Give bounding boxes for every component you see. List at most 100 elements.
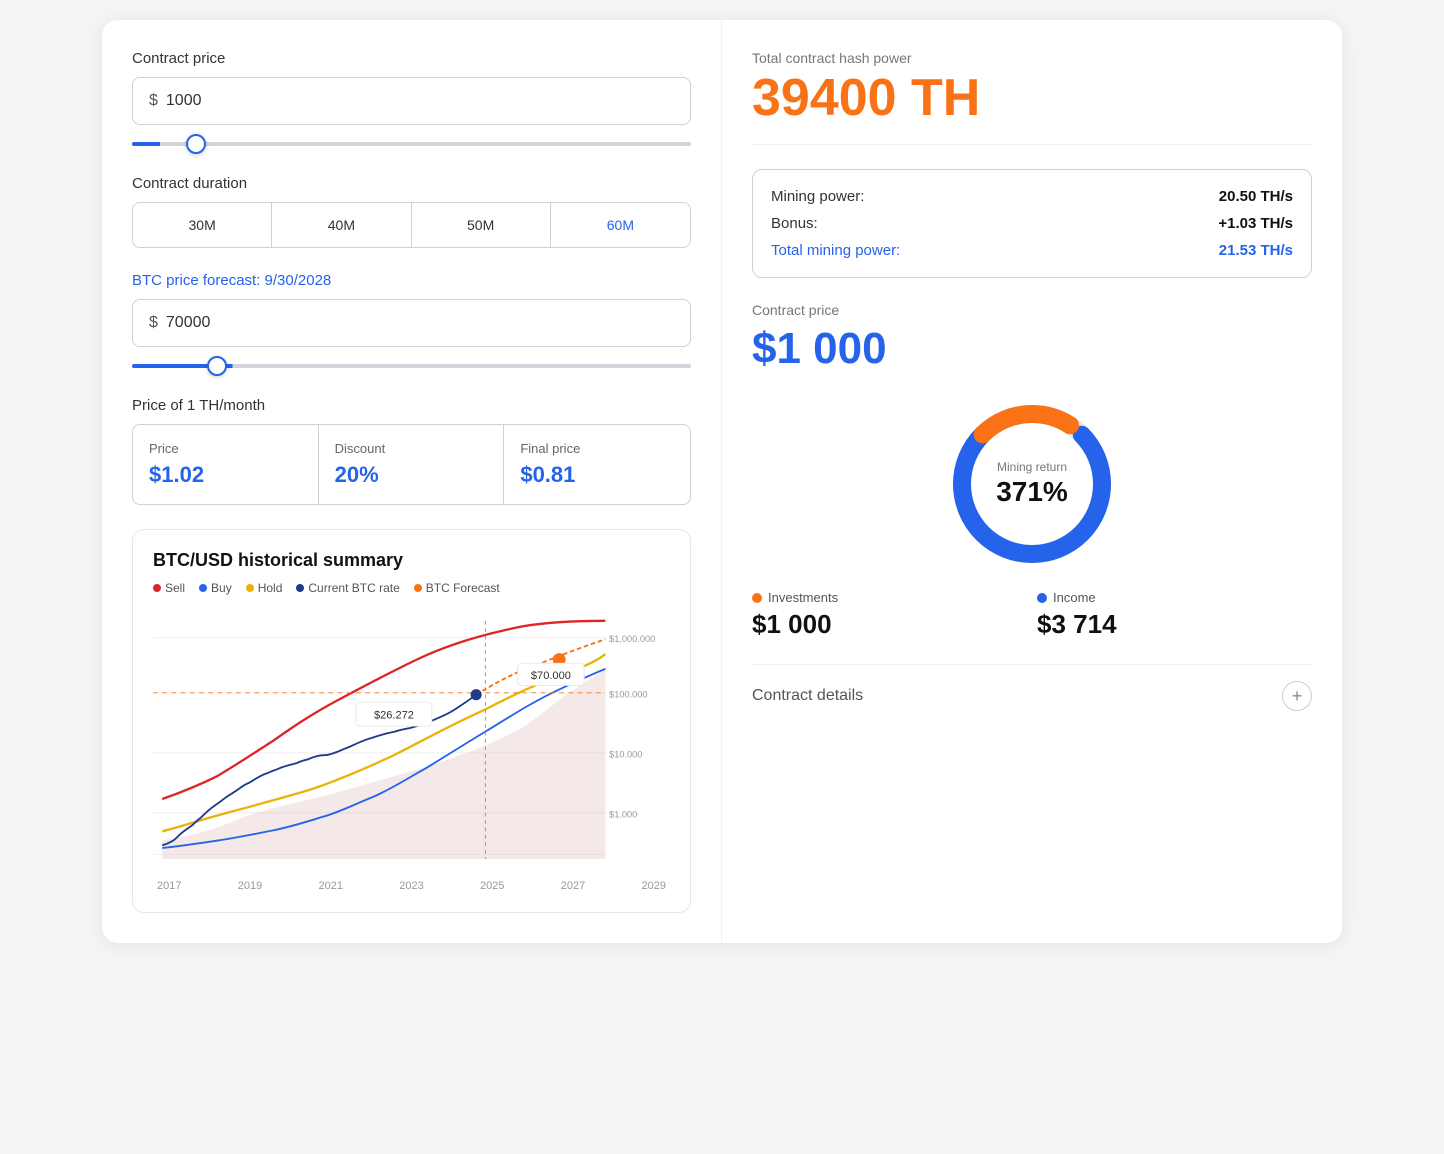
th-price-cell-discount-label: Discount — [335, 441, 488, 456]
x-label-2021: 2021 — [319, 880, 343, 892]
y-label-1k: $1.000 — [609, 809, 637, 819]
legend-btc-forecast-dot — [414, 584, 422, 592]
x-label-2027: 2027 — [561, 880, 585, 892]
price-label-2-text: $70.000 — [531, 670, 571, 682]
th-price-cell-discount: Discount 20% — [319, 425, 505, 504]
th-price-cell-price-value: $1.02 — [149, 462, 302, 488]
legend-hold-dot — [246, 584, 254, 592]
y-label-100k: $100.000 — [609, 689, 647, 699]
right-panel: Total contract hash power 39400 TH Minin… — [722, 20, 1342, 943]
contract-details-expand-button[interactable]: + — [1282, 681, 1312, 711]
duration-btn-50m[interactable]: 50M — [412, 203, 551, 247]
chart-wrapper: $26.272 $70.000 $1,000.000 $100.000 $10.… — [153, 609, 670, 874]
right-contract-price-section: Contract price $1 000 Mining return — [752, 302, 1312, 640]
x-label-2025: 2025 — [480, 880, 504, 892]
chart-x-labels: 2017 2019 2021 2023 2025 2027 2029 — [153, 880, 670, 892]
donut-center: Mining return 371% — [996, 460, 1068, 508]
income-dot — [1037, 593, 1047, 603]
legend-btc-forecast-label: BTC Forecast — [426, 581, 500, 595]
price-label-1-text: $26.272 — [374, 710, 414, 722]
legend-sell-dot — [153, 584, 161, 592]
right-contract-price-label: Contract price — [752, 302, 1312, 318]
right-contract-price-value: $1 000 — [752, 324, 1312, 374]
left-panel: Contract price $ 1000 Contract duration … — [102, 20, 722, 943]
contract-price-value: 1000 — [166, 92, 202, 110]
bonus-row: Bonus: +1.03 TH/s — [771, 215, 1293, 232]
legend-sell-label: Sell — [165, 581, 185, 595]
income-label: Income — [1053, 590, 1096, 605]
duration-btn-40m[interactable]: 40M — [272, 203, 411, 247]
income-cell: Income $3 714 — [1037, 590, 1312, 640]
chart-svg: $26.272 $70.000 $1,000.000 $100.000 $10.… — [153, 609, 670, 869]
th-price-cell-final-label: Final price — [520, 441, 674, 456]
invest-income-grid: Investments $1 000 Income $3 714 — [752, 590, 1312, 640]
hash-power-label: Total contract hash power — [752, 50, 1312, 66]
btc-currency: $ — [149, 314, 158, 332]
btc-forecast-date: 9/30/2028 — [265, 272, 332, 289]
mining-power-label: Mining power: — [771, 188, 864, 205]
investments-label-row: Investments — [752, 590, 1027, 605]
chart-title: BTC/USD historical summary — [153, 550, 670, 571]
btc-area-fill — [162, 670, 605, 859]
total-mining-power-label: Total mining power: — [771, 242, 900, 259]
th-price-cell-final: Final price $0.81 — [504, 425, 690, 504]
legend-btc-rate-label: Current BTC rate — [308, 581, 399, 595]
btc-forecast-label: BTC price forecast: 9/30/2028 — [132, 272, 691, 289]
th-price-cell-price-label: Price — [149, 441, 302, 456]
x-label-2017: 2017 — [157, 880, 181, 892]
duration-section: Contract duration 30M 40M 50M 60M — [132, 175, 691, 248]
contract-details-row[interactable]: Contract details + — [752, 664, 1312, 711]
mining-power-row: Mining power: 20.50 TH/s — [771, 188, 1293, 205]
y-label-1m: $1,000.000 — [609, 634, 655, 644]
th-price-cell-price: Price $1.02 — [133, 425, 319, 504]
total-mining-power-row: Total mining power: 21.53 TH/s — [771, 242, 1293, 259]
bonus-value: +1.03 TH/s — [1218, 215, 1293, 232]
btc-forecast-value: 70000 — [166, 314, 211, 332]
bonus-label: Bonus: — [771, 215, 818, 232]
donut-wrapper: Mining return 371% — [942, 394, 1122, 574]
donut-container: Mining return 371% — [752, 394, 1312, 574]
investments-label: Investments — [768, 590, 838, 605]
donut-center-value: 371% — [996, 476, 1068, 508]
main-container: Contract price $ 1000 Contract duration … — [102, 20, 1342, 943]
contract-price-slider-container[interactable] — [132, 133, 691, 151]
contract-details-text: Contract details — [752, 687, 863, 705]
th-price-cell-final-value: $0.81 — [520, 462, 674, 488]
chart-svg-area: $26.272 $70.000 $1,000.000 $100.000 $10.… — [153, 609, 670, 874]
btc-forecast-slider[interactable] — [132, 364, 691, 368]
legend-hold: Hold — [246, 581, 283, 595]
legend-hold-label: Hold — [258, 581, 283, 595]
investments-dot — [752, 593, 762, 603]
btc-forecast-section: BTC price forecast: 9/30/2028 $ 70000 — [132, 272, 691, 373]
investments-amount: $1 000 — [752, 609, 1027, 640]
legend-btc-forecast: BTC Forecast — [414, 581, 500, 595]
x-label-2023: 2023 — [399, 880, 423, 892]
contract-price-input-box: $ 1000 — [132, 77, 691, 125]
btc-forecast-slider-container[interactable] — [132, 355, 691, 373]
y-label-10k: $10.000 — [609, 749, 642, 759]
th-price-grid: Price $1.02 Discount 20% Final price $0.… — [132, 424, 691, 505]
legend-btc-rate-dot — [296, 584, 304, 592]
mining-power-value: 20.50 TH/s — [1219, 188, 1293, 205]
x-label-2029: 2029 — [642, 880, 666, 892]
donut-center-label: Mining return — [996, 460, 1068, 474]
x-label-2019: 2019 — [238, 880, 262, 892]
duration-btn-60m[interactable]: 60M — [551, 203, 690, 247]
btc-forecast-input-box: $ 70000 — [132, 299, 691, 347]
contract-price-label: Contract price — [132, 50, 691, 67]
duration-btn-30m[interactable]: 30M — [133, 203, 272, 247]
btc-forecast-prefix: BTC price forecast: — [132, 272, 265, 289]
th-price-section: Price of 1 TH/month Price $1.02 Discount… — [132, 397, 691, 505]
legend-sell: Sell — [153, 581, 185, 595]
contract-price-slider[interactable] — [132, 142, 691, 146]
duration-label: Contract duration — [132, 175, 691, 192]
btc-current-dot — [471, 689, 482, 700]
total-mining-power-value: 21.53 TH/s — [1219, 242, 1293, 259]
th-price-label: Price of 1 TH/month — [132, 397, 691, 414]
legend-buy-dot — [199, 584, 207, 592]
th-price-cell-discount-value: 20% — [335, 462, 488, 488]
mining-stats-box: Mining power: 20.50 TH/s Bonus: +1.03 TH… — [752, 169, 1312, 278]
duration-buttons: 30M 40M 50M 60M — [132, 202, 691, 248]
income-amount: $3 714 — [1037, 609, 1312, 640]
chart-legend: Sell Buy Hold Current BTC rate BTC Forec… — [153, 581, 670, 595]
